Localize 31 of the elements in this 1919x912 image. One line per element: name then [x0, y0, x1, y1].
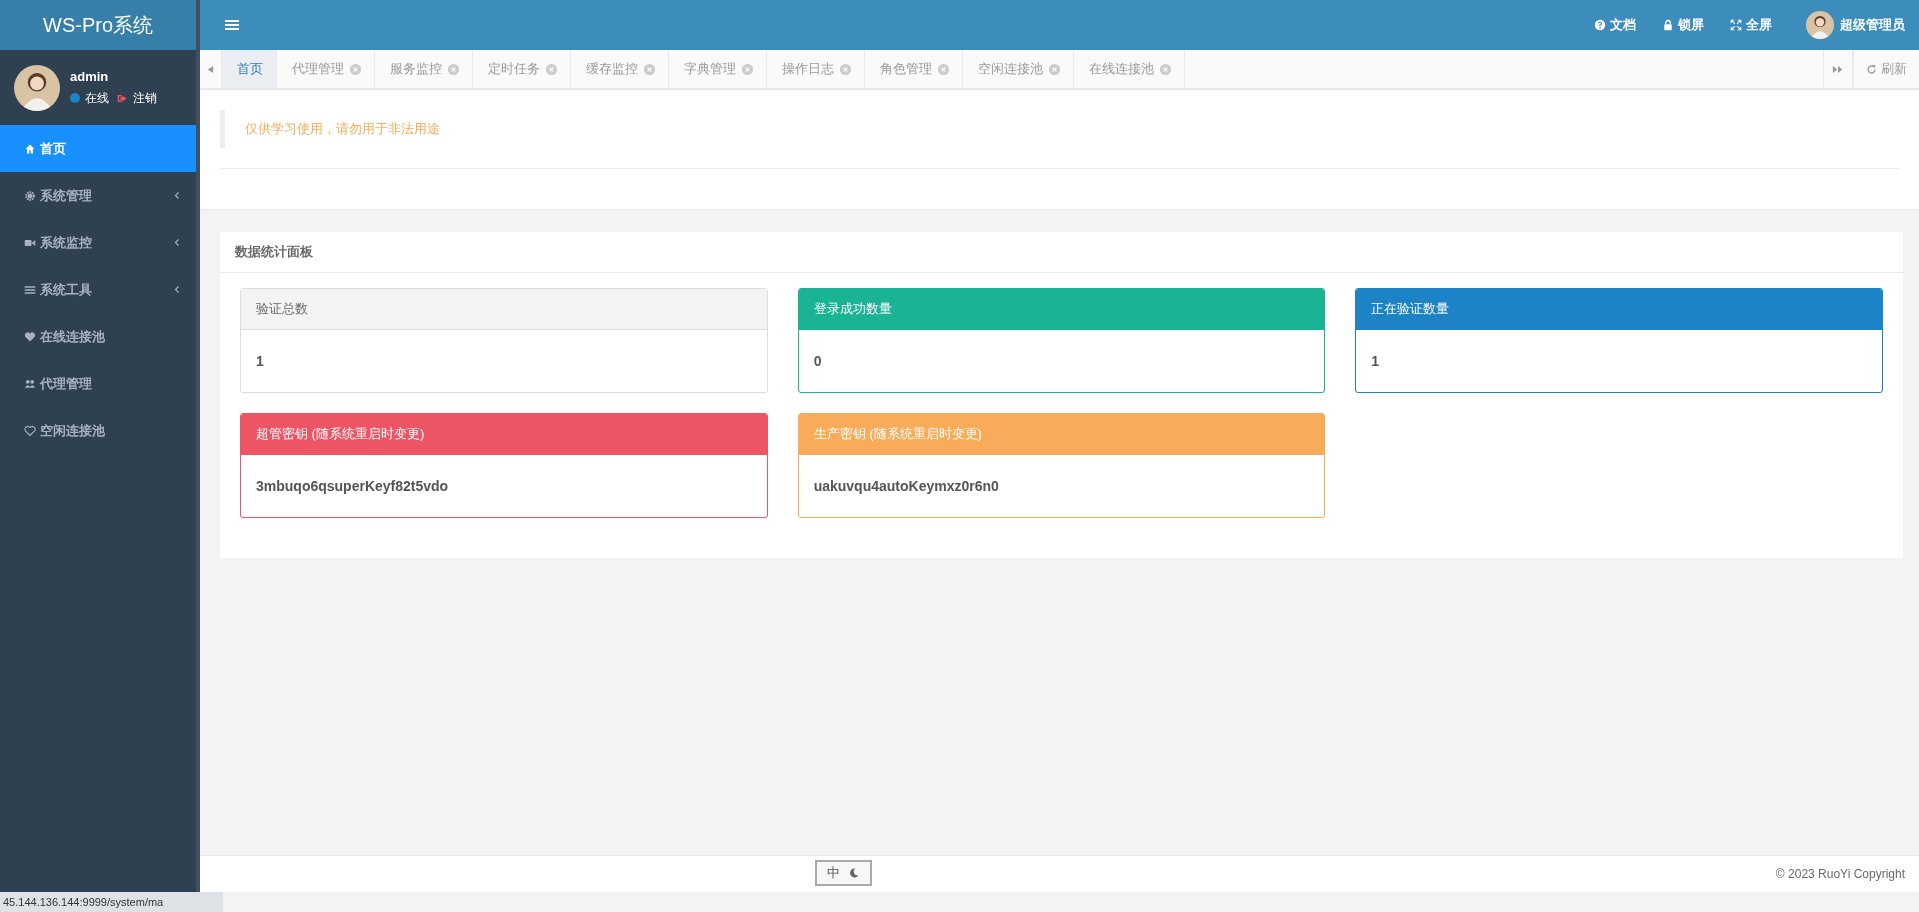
app-brand: WS-Pro系统 — [0, 0, 196, 50]
copyright-text: © 2023 RuoYi Copyright — [1775, 867, 1905, 881]
card-value: 0 — [813, 353, 822, 369]
sidebar-item[interactable]: 系统管理 — [0, 172, 196, 219]
online-status: 在线 — [70, 89, 109, 107]
card-value: uakuvqu4autoKeymxz0r6n0 — [813, 478, 999, 494]
card-header: 生产密钥 (随系统重启时变更) — [798, 414, 1325, 454]
ime-toolbar[interactable]: 中 — [815, 860, 872, 886]
status-url: 45.144.136.144:9999/system/ma — [0, 892, 223, 912]
sidebar-item[interactable]: 系统监控 — [0, 219, 196, 266]
sidebar-item[interactable]: 首页 — [0, 125, 196, 172]
page-tab[interactable]: 首页 — [222, 50, 277, 88]
user-name: admin — [70, 68, 110, 84]
card-header: 超管密钥 (随系统重启时变更) — [241, 414, 767, 454]
header-action[interactable]: 锁屏 — [1662, 16, 1704, 34]
card-header: 正在验证数量 — [1356, 289, 1882, 329]
sidebar-item[interactable]: 空闲连接池 — [0, 407, 196, 454]
sidebar-item[interactable]: 在线连接池 — [0, 313, 196, 360]
panel-title: 数据统计面板 — [235, 243, 313, 261]
logout-link[interactable]: 注销 — [117, 89, 157, 107]
card-value: 1 — [1371, 353, 1380, 369]
card-header: 验证总数 — [241, 289, 767, 329]
sidebar-item[interactable]: 代理管理 — [0, 360, 196, 407]
account-name[interactable]: 超级管理员 — [1840, 16, 1905, 34]
sidebar-item[interactable]: 系统工具 — [0, 266, 196, 313]
card-value: 3mbuqo6qsuperKeyf82t5vdo — [256, 478, 449, 494]
header-action[interactable]: 全屏 — [1730, 16, 1772, 34]
card-header: 登录成功数量 — [798, 289, 1325, 329]
header-action[interactable]: 文档 — [1594, 16, 1636, 34]
card-value: 1 — [256, 353, 264, 369]
notice-text: 仅供学习使用，请勿用于非法用途 — [220, 110, 1899, 148]
